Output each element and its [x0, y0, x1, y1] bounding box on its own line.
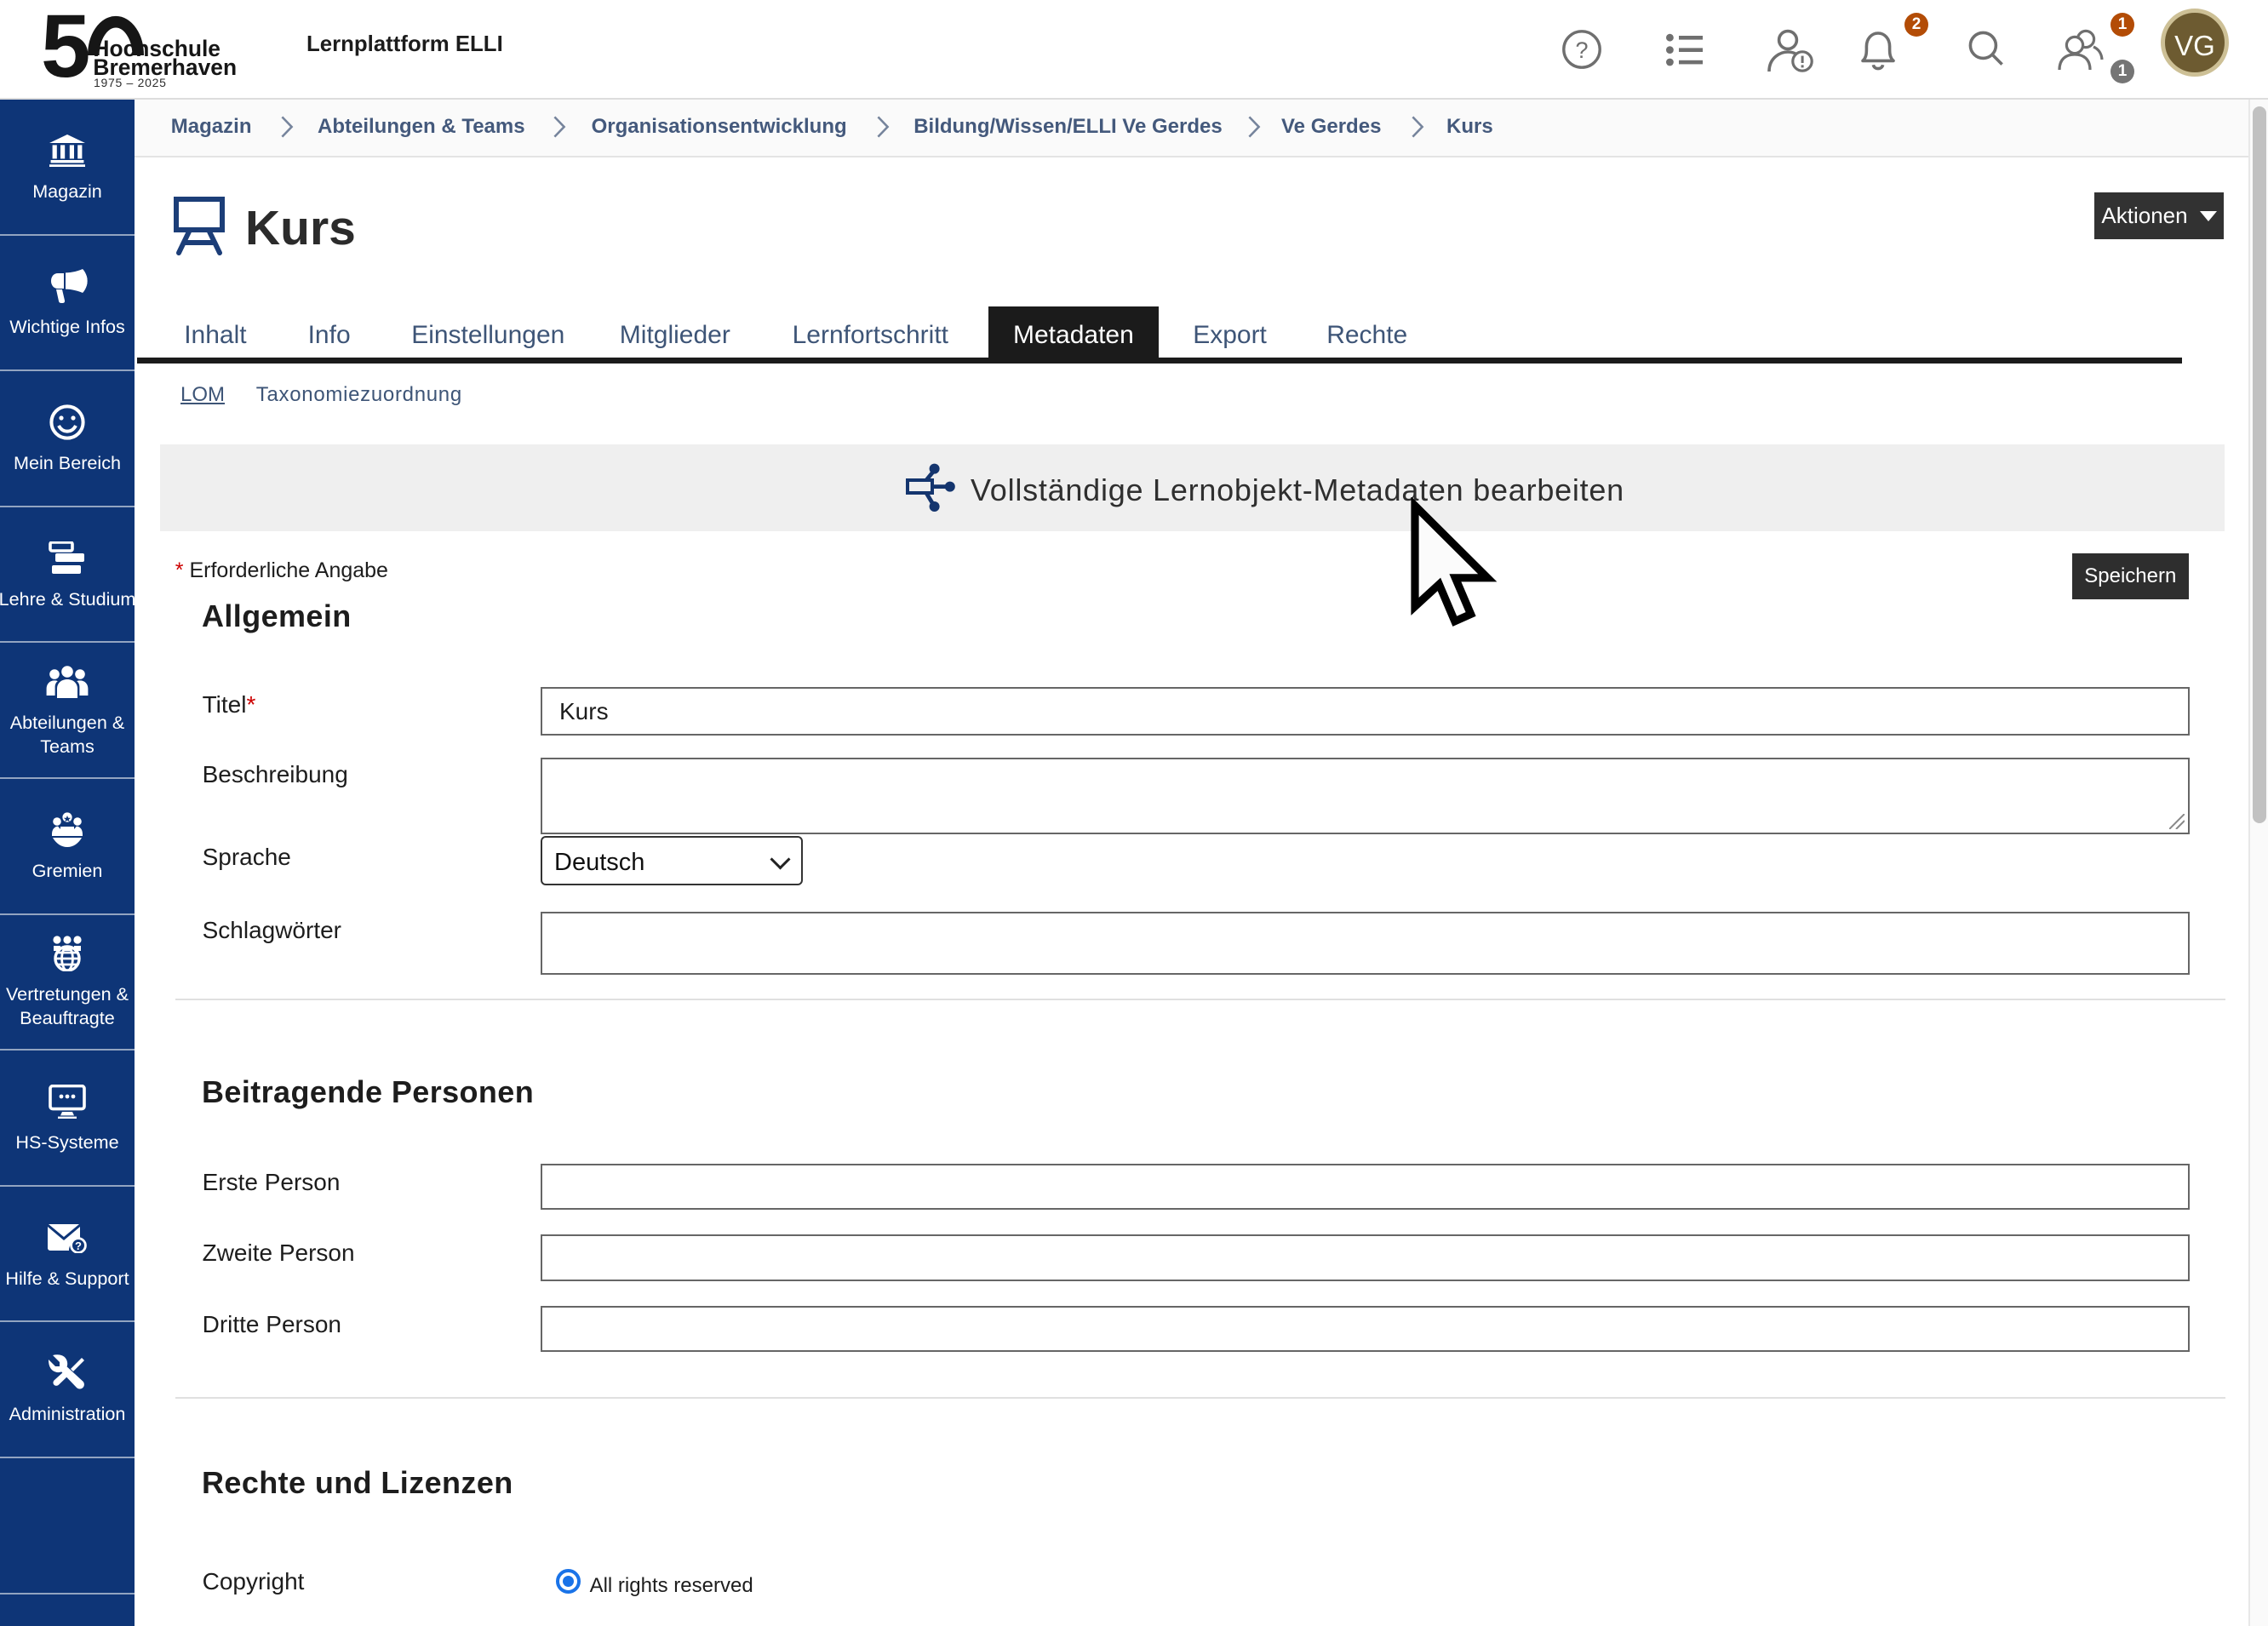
- svg-text:?: ?: [1575, 37, 1588, 63]
- svg-text:?: ?: [75, 1240, 82, 1252]
